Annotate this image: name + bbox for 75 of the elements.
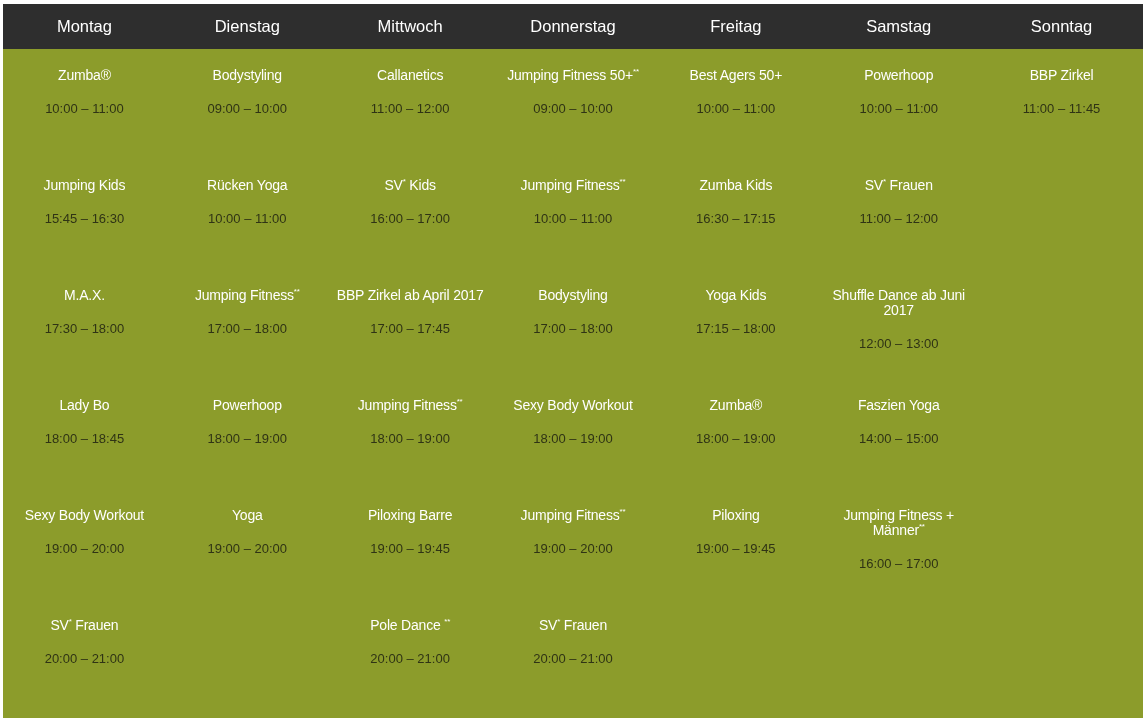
class-title: Jumping Fitness$^{**}$	[520, 178, 626, 193]
class-title: Zumba®	[709, 398, 763, 413]
class-title: Rücken Yoga	[207, 178, 288, 193]
day-heading: Freitag	[709, 17, 763, 36]
class-time: 19:00 – 20:00	[44, 541, 125, 556]
class-time: 10:00 – 11:00	[696, 101, 776, 116]
class-time: 12:00 – 13:00	[858, 336, 939, 351]
class-title: Jumping Fitness + Männer$^{**}$	[842, 508, 955, 538]
class-title: Jumping Fitness 50+$^{**}$	[507, 68, 639, 83]
class-time: 10:00 – 11:00	[45, 101, 124, 116]
class-title: Callanetics	[377, 68, 444, 83]
class-time: 19:00 – 19:45	[370, 541, 450, 556]
class-time: 09:00 – 10:00	[207, 101, 288, 116]
class-time: 10:00 – 11:00	[859, 101, 938, 116]
class-time: 19:00 – 19:45	[696, 541, 776, 556]
class-title: Zumba Kids	[699, 178, 773, 193]
class-title: Lady Bo	[59, 398, 110, 413]
class-time: 10:00 – 11:00	[533, 211, 613, 226]
class-time: 17:00 – 18:00	[533, 321, 613, 336]
class-time: 18:00 – 19:00	[370, 431, 450, 446]
class-time: 16:00 – 17:00	[370, 211, 450, 226]
class-time: 20:00 – 21:00	[533, 651, 613, 666]
class-time: 17:15 – 18:00	[696, 321, 776, 336]
class-title: Pole Dance $^{**}$	[370, 618, 451, 633]
class-title: SV$^{*}$ Frauen	[538, 618, 607, 633]
class-title: Zumba®	[58, 68, 111, 83]
class-time: 18:00 – 18:45	[44, 431, 125, 446]
class-title: SV$^{*}$ Frauen	[864, 178, 933, 193]
class-title: Bodystyling	[212, 68, 282, 83]
class-time: 10:00 – 11:00	[208, 211, 287, 226]
class-title: Yoga Kids	[705, 288, 767, 303]
class-time: 14:00 – 15:00	[858, 431, 939, 446]
class-title: Powerhoop	[864, 68, 934, 83]
class-time: 17:00 – 18:00	[207, 321, 288, 336]
class-title: Yoga	[231, 508, 263, 523]
class-title: M.A.X.	[64, 288, 105, 303]
class-title: SV$^{*}$ Kids	[384, 178, 436, 193]
class-title: Faszien Yoga	[857, 398, 940, 413]
class-title: Jumping Fitness$^{**}$	[357, 398, 463, 413]
class-time: 18:00 – 19:00	[696, 431, 776, 446]
class-title: Piloxing	[712, 508, 760, 523]
class-title: Jumping Kids	[43, 178, 126, 193]
class-time: 17:30 – 18:00	[44, 321, 125, 336]
day-heading: Sonntag	[1029, 17, 1094, 36]
day-heading: Samstag	[865, 17, 933, 36]
class-title: SV$^{*}$ Frauen	[50, 618, 119, 633]
class-title: Sexy Body Workout	[513, 398, 633, 413]
class-title: BBP Zirkel ab April 2017	[336, 288, 484, 303]
class-time: 20:00 – 21:00	[44, 651, 125, 666]
class-title: Jumping Fitness$^{**}$	[520, 508, 626, 523]
class-time: 11:00 – 11:45	[1022, 101, 1101, 116]
class-time: 18:00 – 19:00	[533, 431, 613, 446]
class-time: 16:00 – 17:00	[858, 556, 939, 571]
class-time: 19:00 – 20:00	[207, 541, 288, 556]
day-heading: Donnerstag	[529, 17, 617, 36]
class-time: 17:00 – 17:45	[370, 321, 450, 336]
class-time: 15:45 – 16:30	[44, 211, 125, 226]
class-title: Sexy Body Workout	[24, 508, 145, 523]
class-time: 20:00 – 21:00	[370, 651, 450, 666]
day-heading: Dienstag	[213, 17, 281, 36]
class-title: Shuffle Dance ab Juni 2017	[831, 288, 966, 318]
class-time: 16:30 – 17:15	[696, 211, 776, 226]
day-heading: Montag	[55, 17, 113, 36]
class-time: 11:00 – 12:00	[370, 101, 450, 116]
class-title: Bodystyling	[538, 288, 608, 303]
class-title: BBP Zirkel	[1029, 68, 1094, 83]
class-title: Jumping Fitness$^{**}$	[194, 288, 300, 303]
class-time: 18:00 – 19:00	[207, 431, 288, 446]
class-time: 19:00 – 20:00	[533, 541, 613, 556]
class-title: Piloxing Barre	[367, 508, 453, 523]
class-time: 11:00 – 12:00	[859, 211, 938, 226]
class-title: Best Agers 50+	[689, 68, 783, 83]
class-title: Powerhoop	[212, 398, 282, 413]
class-time: 09:00 – 10:00	[533, 101, 613, 116]
day-heading: Mittwoch	[376, 17, 444, 36]
